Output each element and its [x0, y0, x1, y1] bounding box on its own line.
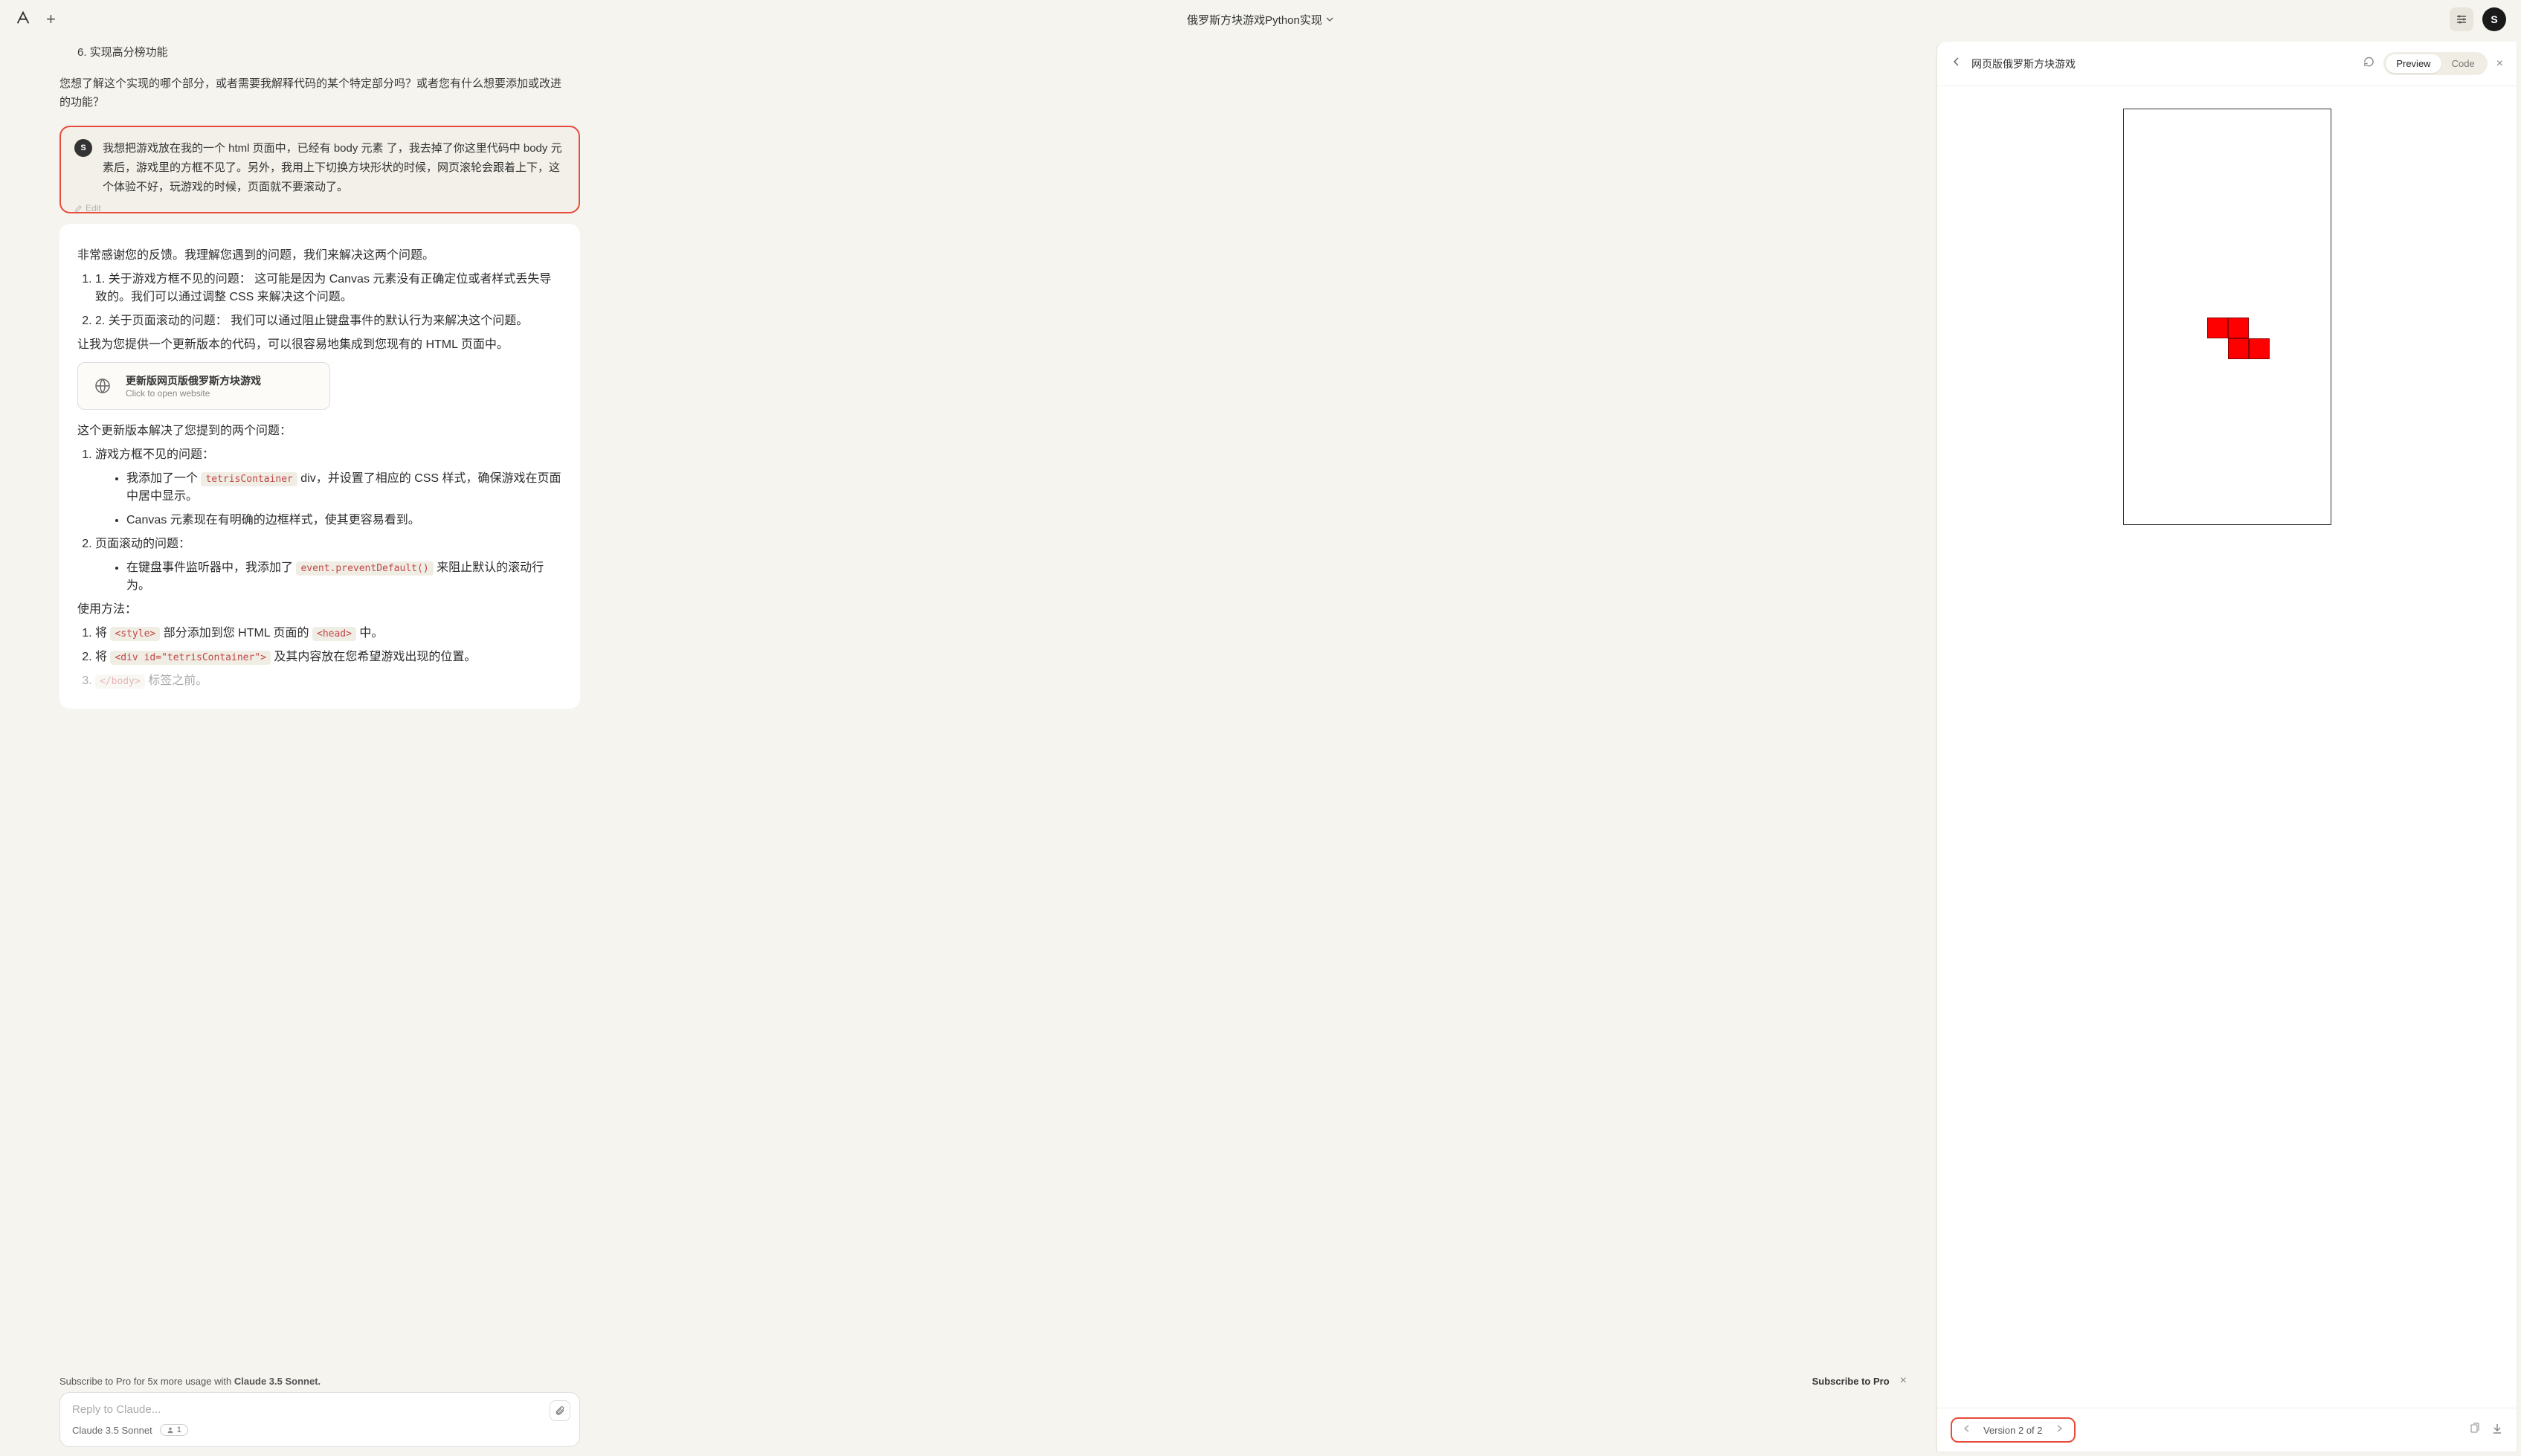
user-text: 我想把游戏放在我的一个 html 页面中，已经有 body 元素 了，我去掉了你… — [103, 139, 565, 198]
list-item: 将 <style> 部分添加到您 HTML 页面的 <head> 中。 — [95, 622, 562, 640]
assistant-text: 这个更新版本解决了您提到的两个问题： — [77, 420, 562, 438]
list-item: 在键盘事件监听器中，我添加了 event.preventDefault() 来阻… — [126, 557, 562, 593]
reply-input[interactable]: Reply to Claude... Claude 3.5 Sonnet 1 — [59, 1392, 580, 1447]
subscribe-banner: Subscribe to Pro for 5x more usage with … — [0, 1370, 1936, 1392]
list-item: 6. 实现高分榜功能 — [77, 43, 565, 62]
assistant-message: 非常感谢您的反馈。我理解您遇到的问题，我们来解决这两个问题。 1. 关于游戏方框… — [59, 224, 580, 709]
user-message: S 我想把游戏放在我的一个 html 页面中，已经有 body 元素 了，我去掉… — [59, 126, 580, 214]
download-icon — [2491, 1423, 2503, 1434]
version-nav: Version 2 of 2 — [1951, 1417, 2076, 1443]
attach-button[interactable] — [550, 1400, 570, 1421]
arrow-left-icon — [1951, 56, 1963, 68]
copy-button[interactable] — [2469, 1423, 2481, 1438]
app-logo[interactable] — [15, 10, 31, 30]
new-chat-button[interactable]: + — [46, 10, 56, 29]
tab-preview[interactable]: Preview — [2386, 54, 2441, 73]
list-item: 我添加了一个 tetrisContainer div，并设置了相应的 CSS 样… — [126, 468, 562, 503]
list-item: 页面滚动的问题： 在键盘事件监听器中，我添加了 event.preventDef… — [95, 533, 562, 593]
model-badge[interactable]: 1 — [160, 1424, 188, 1436]
artifact-subtitle: Click to open website — [126, 388, 261, 399]
preview-body — [1937, 86, 2517, 1408]
copy-icon — [2469, 1423, 2481, 1434]
tetris-cell — [2249, 338, 2270, 359]
list-item: 2. 关于页面滚动的问题： 我们可以通过阻止键盘事件的默认行为来解决这个问题。 — [95, 310, 562, 328]
close-icon[interactable]: × — [1900, 1374, 1907, 1388]
arrow-right-icon — [2055, 1424, 2064, 1433]
assistant-text: 让我为您提供一个更新版本的代码，可以很容易地集成到您现有的 HTML 页面中。 — [77, 334, 562, 352]
list-item: </body> 标签之前。 — [95, 670, 562, 688]
sliders-icon — [2456, 13, 2467, 25]
edit-button[interactable]: Edit — [74, 203, 101, 213]
code-inline: <style> — [110, 627, 160, 641]
code-inline: </body> — [95, 674, 145, 689]
tetris-cell — [2207, 318, 2228, 338]
artifact-title: 更新版网页版俄罗斯方块游戏 — [126, 373, 261, 388]
back-button[interactable] — [1951, 56, 1963, 71]
chevron-down-icon — [1325, 15, 1334, 24]
users-icon — [167, 1426, 174, 1434]
paperclip-icon — [555, 1405, 565, 1416]
tab-code[interactable]: Code — [2441, 54, 2485, 73]
arrow-left-icon — [1963, 1424, 1971, 1433]
assistant-text: 使用方法： — [77, 599, 562, 616]
page-title[interactable]: 俄罗斯方块游戏Python实现 — [1187, 12, 1334, 28]
close-button[interactable]: × — [2496, 57, 2503, 71]
version-label: Version 2 of 2 — [1983, 1425, 2043, 1436]
list-item: 1. 关于游戏方框不见的问题： 这可能是因为 Canvas 元素没有正确定位或者… — [95, 268, 562, 304]
view-toggle: Preview Code — [2383, 52, 2487, 75]
tetris-cell — [2228, 318, 2249, 338]
globe-icon — [90, 373, 115, 399]
list-item: 游戏方框不见的问题： 我添加了一个 tetrisContainer div，并设… — [95, 444, 562, 527]
settings-button[interactable] — [2450, 7, 2473, 31]
assistant-text: 您想了解这个实现的哪个部分，或者需要我解释代码的某个特定部分吗？或者您有什么想要… — [59, 74, 565, 112]
assistant-text: 非常感谢您的反馈。我理解您遇到的问题，我们来解决这两个问题。 — [77, 245, 562, 262]
tetris-canvas[interactable] — [2123, 109, 2331, 525]
topbar: + 俄罗斯方块游戏Python实现 S — [0, 0, 2521, 39]
code-inline: <head> — [312, 627, 356, 641]
refresh-icon — [2363, 57, 2374, 68]
code-inline: event.preventDefault() — [296, 561, 433, 576]
chat-panel: 6. 实现高分榜功能 您想了解这个实现的哪个部分，或者需要我解释代码的某个特定部… — [0, 39, 1936, 1456]
refresh-button[interactable] — [2363, 57, 2374, 71]
user-avatar[interactable]: S — [2482, 7, 2506, 31]
preview-panel: 网页版俄罗斯方块游戏 Preview Code × — [1936, 42, 2517, 1452]
subscribe-link[interactable]: Subscribe to Pro — [1812, 1376, 1890, 1387]
input-placeholder: Reply to Claude... — [72, 1403, 161, 1416]
preview-title: 网页版俄罗斯方块游戏 — [1971, 57, 2076, 71]
tetris-cell — [2228, 338, 2249, 359]
code-inline: tetrisContainer — [201, 472, 297, 486]
pencil-icon — [74, 204, 83, 213]
code-inline: <div id="tetrisContainer"> — [110, 651, 271, 665]
list-item: Canvas 元素现在有明确的边框样式，使其更容易看到。 — [126, 509, 562, 527]
version-next[interactable] — [2055, 1423, 2064, 1437]
model-name[interactable]: Claude 3.5 Sonnet — [72, 1425, 152, 1436]
download-button[interactable] — [2491, 1423, 2503, 1438]
list-item: 将 <div id="tetrisContainer"> 及其内容放在您希望游戏… — [95, 646, 562, 664]
version-prev[interactable] — [1963, 1423, 1971, 1437]
user-avatar-small: S — [74, 139, 92, 157]
artifact-card[interactable]: 更新版网页版俄罗斯方块游戏 Click to open website — [77, 362, 330, 410]
